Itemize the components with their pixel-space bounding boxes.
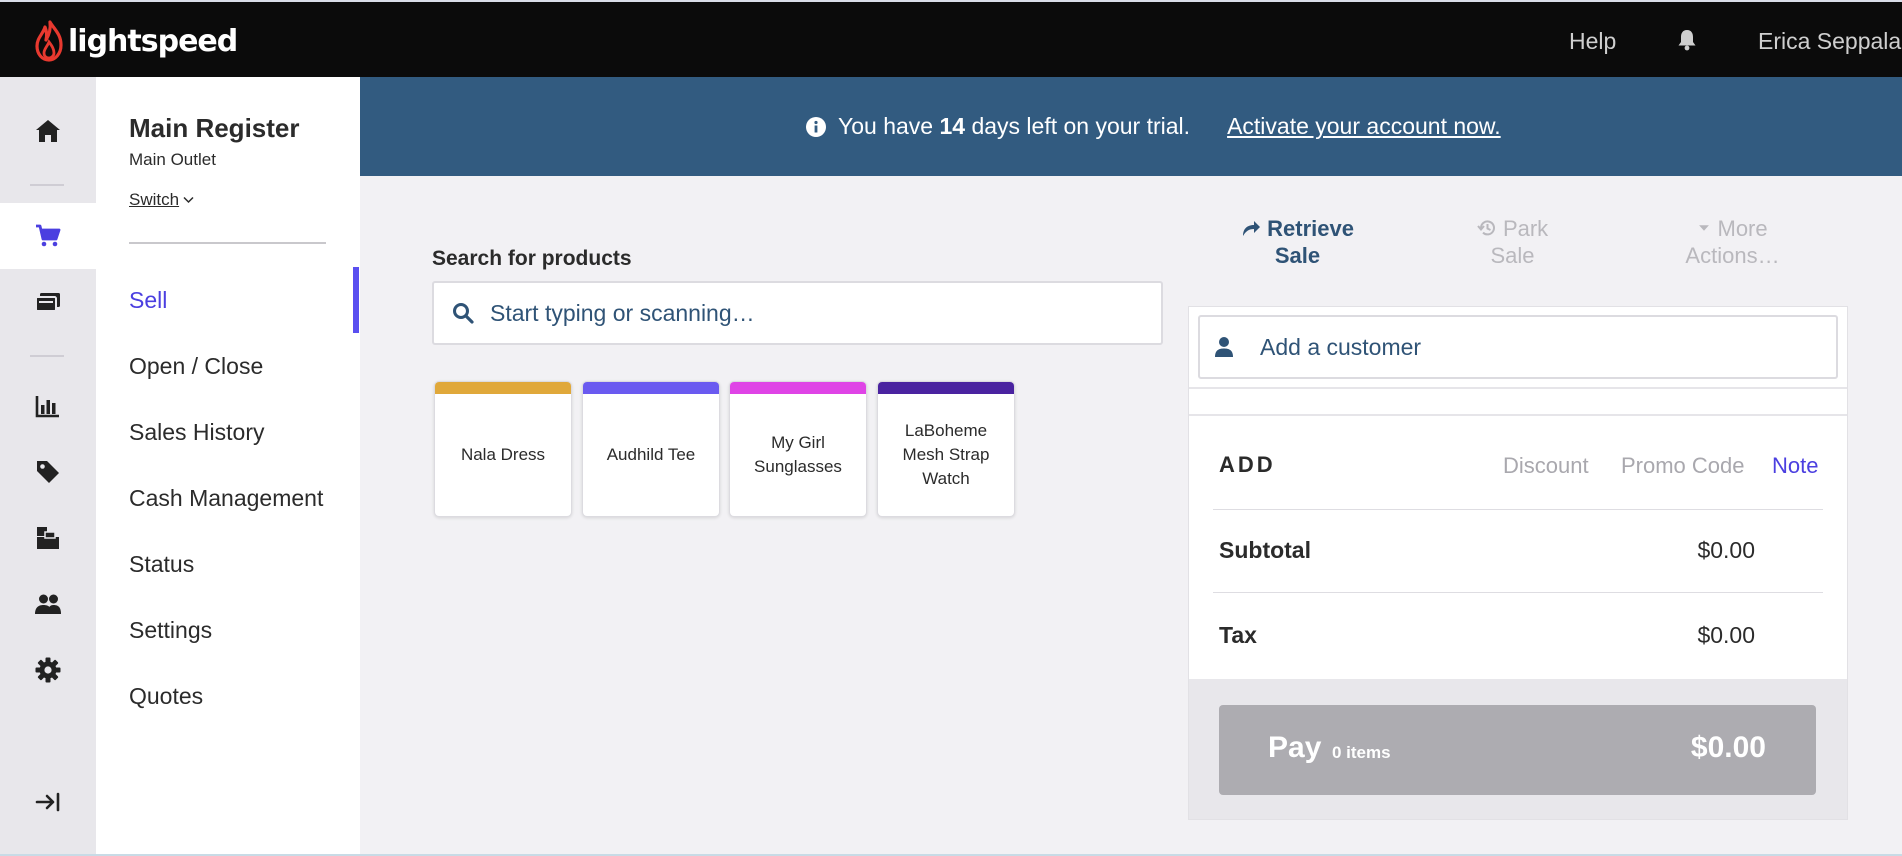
retrieve-sale-line2: Sale bbox=[1274, 243, 1321, 268]
product-name: Nala Dress bbox=[460, 445, 546, 464]
nav-item-open-close[interactable]: Open / Close bbox=[129, 353, 263, 380]
reports-icon bbox=[35, 396, 59, 418]
add-label: ADD bbox=[1219, 452, 1276, 477]
rail-divider bbox=[30, 184, 64, 186]
add-customer-placeholder: Add a customer bbox=[1260, 333, 1422, 360]
customers-icon bbox=[35, 594, 61, 614]
collapse-icon bbox=[35, 792, 60, 812]
nav-item-settings[interactable]: Settings bbox=[129, 617, 212, 644]
product-name: LaBoheme Mesh Strap Watch bbox=[902, 421, 990, 488]
tile-color-strip bbox=[583, 382, 719, 394]
tax-label: Tax bbox=[1219, 622, 1257, 648]
search-label: Search for products bbox=[432, 247, 632, 270]
rail-sell[interactable] bbox=[0, 203, 96, 269]
retrieve-sale-line1: Retrieve bbox=[1267, 216, 1354, 241]
nav-active-indicator bbox=[353, 267, 359, 333]
flame-icon bbox=[35, 20, 63, 62]
more-actions-button[interactable]: More Actions… bbox=[1670, 215, 1795, 269]
tag-icon bbox=[37, 461, 59, 483]
register-nav: Main Register Main Outlet Switch Sell Op… bbox=[96, 77, 360, 856]
inventory-icon bbox=[37, 527, 59, 549]
switch-label: Switch bbox=[129, 190, 180, 209]
subtotal-value: $0.00 bbox=[1697, 537, 1755, 563]
home-icon bbox=[36, 120, 60, 142]
cart-icon bbox=[36, 224, 61, 247]
rail-settings[interactable] bbox=[0, 637, 96, 703]
rail-divider bbox=[30, 355, 64, 357]
park-sale-button[interactable]: Park Sale bbox=[1455, 215, 1570, 269]
note-button[interactable]: Note bbox=[1772, 453, 1818, 479]
rail-register[interactable] bbox=[0, 269, 96, 335]
more-actions-line1: More bbox=[1717, 216, 1768, 241]
add-customer-field[interactable]: Add a customer bbox=[1198, 315, 1838, 379]
pay-item-count: 0 items bbox=[1332, 743, 1391, 762]
trial-text-after: days left on your trial. bbox=[971, 113, 1191, 139]
register-icon bbox=[35, 293, 60, 312]
search-input[interactable] bbox=[490, 299, 1130, 327]
sale-panel: Add a customer ADD Discount Promo Code N… bbox=[1188, 306, 1848, 820]
info-icon bbox=[806, 116, 826, 137]
activate-account-link[interactable]: Activate your account now. bbox=[1227, 113, 1501, 140]
rail-reports[interactable] bbox=[0, 373, 96, 439]
rail-products[interactable] bbox=[0, 439, 96, 505]
settings-icon bbox=[35, 657, 61, 683]
panel-divider bbox=[1189, 387, 1847, 389]
product-tile[interactable]: Audhild Tee bbox=[582, 381, 720, 517]
more-actions-line2: Actions… bbox=[1685, 243, 1780, 268]
row-divider bbox=[1213, 592, 1823, 593]
trial-days: 14 bbox=[939, 113, 966, 139]
pay-area: Pay 0 items $0.00 bbox=[1189, 679, 1847, 819]
product-tile[interactable]: Nala Dress bbox=[434, 381, 572, 517]
nav-item-sell[interactable]: Sell bbox=[129, 287, 167, 314]
outlet-name: Main Outlet bbox=[129, 150, 216, 169]
retrieve-sale-button[interactable]: Retrieve Sale bbox=[1230, 215, 1365, 269]
rail-home[interactable] bbox=[0, 98, 96, 164]
search-icon bbox=[453, 303, 474, 324]
lightspeed-logo[interactable]: lightspeed bbox=[34, 20, 238, 62]
product-tile[interactable]: LaBoheme Mesh Strap Watch bbox=[877, 381, 1015, 517]
top-bar: lightspeed Help Erica Seppala bbox=[0, 0, 1902, 77]
chevron-down-icon bbox=[183, 196, 194, 204]
history-icon bbox=[1477, 220, 1495, 236]
user-icon bbox=[1215, 337, 1233, 357]
product-name: My Girl Sunglasses bbox=[754, 433, 842, 476]
tax-value: $0.00 bbox=[1697, 622, 1755, 648]
switch-register-link[interactable]: Switch bbox=[129, 190, 194, 210]
help-link[interactable]: Help bbox=[1569, 28, 1616, 55]
row-divider bbox=[1213, 509, 1823, 510]
trial-text-before: You have bbox=[838, 113, 934, 139]
register-title: Main Register bbox=[129, 113, 300, 143]
product-tile[interactable]: My Girl Sunglasses bbox=[729, 381, 867, 517]
icon-rail bbox=[0, 77, 96, 856]
nav-item-status[interactable]: Status bbox=[129, 551, 194, 578]
pay-label: Pay bbox=[1268, 731, 1322, 764]
park-sale-line1: Park bbox=[1502, 216, 1549, 241]
bell-icon[interactable] bbox=[1675, 28, 1699, 52]
discount-button[interactable]: Discount bbox=[1503, 453, 1589, 479]
nav-item-quotes[interactable]: Quotes bbox=[129, 683, 203, 710]
tile-color-strip bbox=[730, 382, 866, 394]
tile-color-strip bbox=[878, 382, 1014, 394]
rail-customers[interactable] bbox=[0, 571, 96, 637]
user-menu[interactable]: Erica Seppala bbox=[1758, 28, 1901, 55]
trial-banner: You have 14 days left on your trial. Act… bbox=[360, 77, 1902, 176]
product-search[interactable] bbox=[432, 281, 1163, 345]
nav-divider bbox=[129, 242, 326, 244]
share-arrow-icon bbox=[1243, 221, 1261, 236]
brand-name: lightspeed bbox=[68, 23, 238, 59]
panel-divider bbox=[1189, 414, 1847, 416]
product-name: Audhild Tee bbox=[606, 445, 696, 464]
nav-item-sales-history[interactable]: Sales History bbox=[129, 419, 264, 446]
rail-inventory[interactable] bbox=[0, 505, 96, 571]
rail-collapse[interactable] bbox=[0, 769, 96, 835]
pay-amount: $0.00 bbox=[1690, 731, 1766, 764]
caret-down-icon bbox=[1699, 225, 1710, 231]
promo-code-button[interactable]: Promo Code bbox=[1621, 453, 1745, 479]
subtotal-label: Subtotal bbox=[1219, 537, 1311, 563]
nav-item-cash-management[interactable]: Cash Management bbox=[129, 485, 323, 512]
tile-color-strip bbox=[435, 382, 571, 394]
pay-button[interactable]: Pay 0 items $0.00 bbox=[1219, 705, 1816, 795]
park-sale-line2: Sale bbox=[1490, 243, 1535, 268]
